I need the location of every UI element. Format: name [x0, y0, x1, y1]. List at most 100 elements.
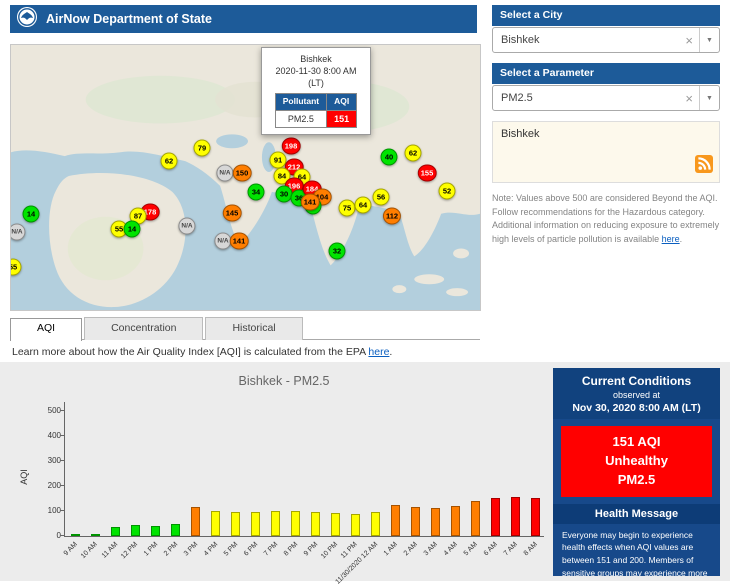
- aqi-bar: [430, 507, 440, 536]
- aqi-category: Unhealthy: [605, 452, 668, 468]
- x-axis-tick-label: 9 AM: [62, 541, 79, 558]
- y-axis-tick-label: 100: [47, 506, 61, 515]
- chevron-down-icon[interactable]: ▼: [699, 86, 719, 110]
- y-axis-tick: [60, 510, 65, 511]
- health-message-text: Everyone may begin to experience health …: [562, 529, 708, 576]
- aqi-bar: [450, 505, 460, 536]
- x-axis-tick-label: 2 PM: [162, 541, 179, 558]
- learn-more-text: Learn more about how the Air Quality Ind…: [12, 346, 392, 358]
- aqi-map-marker[interactable]: 14: [123, 220, 141, 238]
- aqi-bar: [90, 533, 100, 536]
- x-axis-tick-label: 8 PM: [282, 541, 299, 558]
- aqi-map-marker[interactable]: 141: [229, 232, 249, 250]
- learn-more-suffix: .: [389, 346, 393, 358]
- tab-historical[interactable]: Historical: [205, 317, 303, 340]
- note-here-link[interactable]: here: [662, 234, 680, 244]
- x-axis-tick-label: 11 PM: [340, 541, 359, 560]
- x-axis-tick-label: 12 PM: [119, 541, 139, 561]
- popup-aqi-value: 151: [326, 109, 358, 129]
- aqi-map-marker[interactable]: 155: [417, 164, 437, 182]
- note-suffix: .: [679, 233, 683, 244]
- tab-bar: AQI Concentration Historical: [10, 317, 480, 341]
- x-axis-tick-label: 10 AM: [79, 541, 99, 560]
- aqi-map-marker[interactable]: 32: [328, 242, 346, 260]
- map-popup: Bishkek 2020-11-30 8:00 AM (LT) Pollutan…: [261, 47, 371, 136]
- x-axis-tick-label: 6 PM: [242, 541, 259, 558]
- aqi-bar: [290, 511, 300, 536]
- y-axis-tick: [60, 410, 65, 411]
- parameter-select[interactable]: PM2.5 × ▼: [492, 85, 720, 111]
- aqi-note: Note: Values above 500 are considered Be…: [492, 192, 720, 246]
- chart-plot: 0 100 200 300 400 500 9 AM 10 AM 11 AM 12 PM 1 PM 2…: [48, 402, 544, 586]
- x-axis-tick-label: 11 AM: [100, 541, 119, 560]
- rss-box: Bishkek: [492, 121, 720, 183]
- aqi-bar: [330, 512, 340, 536]
- y-axis-tick-label: 300: [47, 456, 61, 465]
- chevron-down-icon[interactable]: ▼: [699, 28, 719, 52]
- aqi-map-marker[interactable]: 79: [193, 139, 211, 157]
- x-axis-tick-label: 7 PM: [262, 541, 279, 558]
- y-axis-tick: [60, 460, 65, 461]
- aqi-map-marker[interactable]: 34: [247, 183, 265, 201]
- aqi-map-marker[interactable]: 56: [372, 188, 390, 206]
- aqi-map-marker[interactable]: 52: [438, 182, 456, 200]
- x-axis-tick-label: 7 AM: [502, 541, 519, 558]
- epa-here-link[interactable]: here: [368, 346, 389, 358]
- aqi-map-marker[interactable]: 62: [160, 152, 178, 170]
- aqi-map-marker[interactable]: N/A: [178, 217, 196, 235]
- aqi-bar: [350, 513, 360, 536]
- tab-aqi[interactable]: AQI: [10, 318, 83, 341]
- aqi-bar: [270, 511, 280, 536]
- x-axis-tick-label: 2 AM: [402, 541, 419, 558]
- tab-concentration[interactable]: Concentration: [84, 317, 204, 340]
- x-axis-tick-label: 6 AM: [482, 541, 499, 558]
- y-axis-label: AQI: [18, 469, 29, 485]
- note-text: Note: Values above 500 are considered Be…: [492, 193, 720, 244]
- airnow-page: AirNow Department of State 62 79 198 91 40 62…: [0, 0, 730, 586]
- aqi-chart: Bishkek - PM2.5 AQI 0 100 200 300 400 500 9 AM…: [14, 372, 554, 586]
- aqi-map-marker[interactable]: 40: [380, 148, 398, 166]
- aqi-map-marker[interactable]: 145: [222, 204, 242, 222]
- aqi-map-marker[interactable]: N/A: [216, 164, 234, 182]
- y-axis-tick-label: 0: [56, 531, 61, 540]
- city-select[interactable]: Bishkek × ▼: [492, 27, 720, 53]
- aqi-map-marker[interactable]: 198: [281, 137, 301, 155]
- city-select-value: Bishkek: [501, 34, 540, 46]
- y-axis-tick-label: 500: [47, 406, 61, 415]
- learn-more-body: Learn more about how the Air Quality Ind…: [12, 346, 369, 358]
- aqi-bar: [210, 511, 220, 536]
- aqi-map-marker[interactable]: 141: [300, 193, 320, 211]
- aqi-map-marker[interactable]: 75: [338, 199, 356, 217]
- aqi-map-marker[interactable]: 112: [382, 207, 402, 225]
- aqi-bar: [70, 534, 80, 536]
- parameter-clear-icon[interactable]: ×: [679, 91, 699, 106]
- popup-city: Bishkek: [300, 54, 332, 64]
- chart-title: Bishkek - PM2.5: [238, 374, 330, 388]
- aqi-bar: [130, 524, 140, 536]
- aqi-map-marker[interactable]: 150: [232, 164, 252, 182]
- aqi-map-marker[interactable]: 62: [404, 144, 422, 162]
- city-clear-icon[interactable]: ×: [679, 33, 699, 48]
- aqi-map-marker[interactable]: 64: [354, 196, 372, 214]
- aqi-status-box: 151 AQI Unhealthy PM2.5: [561, 426, 712, 497]
- y-axis-tick: [60, 485, 65, 486]
- aqi-bar: [170, 524, 180, 536]
- select-parameter-header: Select a Parameter: [492, 63, 720, 84]
- popup-col-pollutant: Pollutant: [274, 93, 328, 111]
- page-title: AirNow Department of State: [46, 12, 212, 26]
- x-axis-tick-label: 3 AM: [422, 541, 439, 558]
- select-city-header: Select a City: [492, 5, 720, 26]
- current-conditions-title: Current Conditions: [581, 374, 692, 388]
- aqi-bar: [370, 511, 380, 536]
- aqi-map-marker[interactable]: 14: [22, 205, 40, 223]
- current-conditions-header: Current Conditions observed at Nov 30, 2…: [553, 368, 720, 419]
- app-header: AirNow Department of State: [10, 5, 477, 33]
- health-message-header: Health Message: [553, 503, 720, 524]
- popup-col-aqi: AQI: [326, 93, 358, 111]
- rss-feed-icon[interactable]: [695, 155, 713, 176]
- aqi-bar: [530, 498, 540, 536]
- x-axis-tick-label: 3 PM: [182, 541, 199, 558]
- rss-city-label: Bishkek: [501, 128, 540, 140]
- aqi-map[interactable]: 62 79 198 91 40 62 N/A 150 155 212 84 64 196 30 36 184 1…: [10, 44, 481, 311]
- y-axis-tick: [60, 535, 65, 536]
